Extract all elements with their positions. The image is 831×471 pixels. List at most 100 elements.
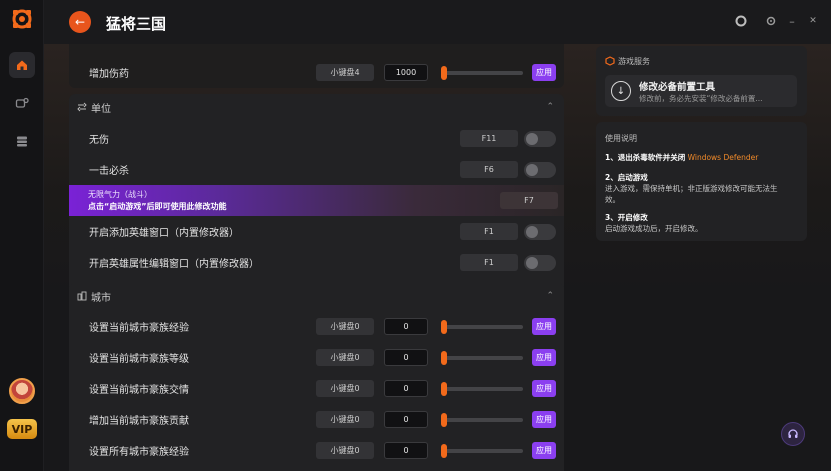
- value-input[interactable]: 0: [384, 442, 428, 459]
- record-button[interactable]: [734, 14, 748, 28]
- nav-library-button[interactable]: [9, 128, 35, 154]
- launch-hint: 点击“启动游戏”后即可使用此修改功能: [88, 202, 227, 211]
- step-text: 启动游戏成功后，开启修改。: [605, 224, 703, 233]
- cube-icon: [605, 56, 615, 66]
- step-title: 1、退出杀毒软件并关闭: [605, 153, 686, 162]
- hotkey-button[interactable]: F6: [460, 161, 518, 178]
- list-item: 增加伤药 小键盘4 1000 应用: [69, 57, 564, 88]
- apply-button[interactable]: 应用: [532, 318, 556, 335]
- close-button[interactable]: ✕: [806, 14, 820, 28]
- app-logo-icon[interactable]: [11, 8, 33, 30]
- value-slider[interactable]: [441, 351, 523, 365]
- hotkey-button[interactable]: F1: [460, 254, 518, 271]
- slider-handle[interactable]: [441, 66, 447, 80]
- hotkey-button[interactable]: 小键盘0: [316, 442, 374, 459]
- apply-button[interactable]: 应用: [532, 349, 556, 366]
- value-input[interactable]: 0: [384, 411, 428, 428]
- vip-badge[interactable]: VIP: [7, 419, 37, 439]
- card-title: 使用说明: [605, 134, 637, 143]
- slider-handle[interactable]: [441, 382, 447, 396]
- defender-highlight: Windows Defender: [687, 153, 759, 162]
- list-item: 开启英雄属性编辑窗口（内置修改器） F1: [69, 247, 564, 278]
- cheat-list: 增加伤药 小键盘4 1000 应用 单位 ⌃ 无伤 F11 一击必杀 F6 无限…: [69, 44, 564, 471]
- city-icon: [77, 291, 87, 301]
- slider-handle[interactable]: [441, 413, 447, 427]
- section-header[interactable]: 单位 ⌃: [69, 94, 564, 120]
- list-item: 开启添加英雄窗口（内置修改器） F1: [69, 216, 564, 247]
- avatar[interactable]: [9, 378, 35, 404]
- nav-home-button[interactable]: [9, 52, 35, 78]
- step-title: 2、启动游戏: [605, 173, 648, 182]
- feature-label: 无限气力（战斗）: [88, 190, 152, 199]
- list-item: 增加当前城市豪族贡献 小键盘0 0 应用: [69, 404, 564, 435]
- city-section: 城市 ⌃ 设置当前城市豪族经验 小键盘0 0 应用 设置当前城市豪族等级 小键盘…: [69, 283, 564, 471]
- apply-button[interactable]: 应用: [532, 411, 556, 428]
- value-input[interactable]: 0: [384, 380, 428, 397]
- left-rail: VIP: [0, 0, 44, 471]
- hotkey-button[interactable]: F7: [500, 192, 558, 209]
- prerequisite-tool-item[interactable]: ↓ 修改必备前置工具 修改前，务必先安装“修改必备前置...: [605, 75, 797, 107]
- instruction-step-3: 3、开启修改 启动游戏成功后，开启修改。: [605, 212, 790, 234]
- value-slider[interactable]: [441, 444, 523, 458]
- list-item: 设置当前城市豪族等级 小键盘0 0 应用: [69, 342, 564, 373]
- value-slider[interactable]: [441, 413, 523, 427]
- value-input[interactable]: 0: [384, 349, 428, 366]
- settings-button[interactable]: [764, 14, 778, 28]
- home-icon: [17, 60, 27, 70]
- download-icon: ↓: [611, 81, 631, 101]
- apply-button[interactable]: 应用: [532, 442, 556, 459]
- slider-handle[interactable]: [441, 351, 447, 365]
- chevron-up-icon[interactable]: ⌃: [546, 102, 554, 112]
- page-title: 猛将三国: [106, 15, 167, 33]
- toggle-switch[interactable]: [524, 131, 556, 147]
- hotkey-button[interactable]: F11: [460, 130, 518, 147]
- units-icon: [77, 102, 87, 112]
- list-item: 无伤 F11: [69, 123, 564, 154]
- slider-handle[interactable]: [441, 320, 447, 334]
- value-input[interactable]: 1000: [384, 64, 428, 81]
- hotkey-button[interactable]: 小键盘0: [316, 411, 374, 428]
- instruction-step-2: 2、启动游戏 进入游戏，需保持单机；非正版游戏修改可能无法生效。: [605, 172, 790, 205]
- title-bar: ← 猛将三国 – ✕: [44, 0, 831, 44]
- gear-icon: [766, 16, 776, 26]
- list-item: 设置当前城市豪族交情 小键盘0 0 应用: [69, 373, 564, 404]
- hotkey-button[interactable]: 小键盘0: [316, 380, 374, 397]
- tool-description: 修改前，务必先安装“修改必备前置...: [639, 94, 763, 103]
- arrow-left-icon: ←: [74, 15, 86, 29]
- back-button[interactable]: ←: [69, 11, 91, 33]
- locked-feature-banner[interactable]: 无限气力（战斗） 点击“启动游戏”后即可使用此修改功能 F7: [69, 185, 564, 216]
- hotkey-button[interactable]: F1: [460, 223, 518, 240]
- list-item: 设置当前城市豪族经验 小键盘0 0 应用: [69, 311, 564, 342]
- list-item: 一击必杀 F6: [69, 154, 564, 185]
- value-slider[interactable]: [441, 320, 523, 334]
- value-input[interactable]: 0: [384, 318, 428, 335]
- gamepad-icon: [15, 97, 29, 108]
- toggle-switch[interactable]: [524, 224, 556, 240]
- top-section: 增加伤药 小键盘4 1000 应用: [69, 44, 564, 88]
- apply-button[interactable]: 应用: [532, 380, 556, 397]
- instructions-card: 使用说明 1、退出杀毒软件并关闭 Windows Defender 2、启动游戏…: [596, 122, 807, 241]
- slider-handle[interactable]: [441, 444, 447, 458]
- value-slider[interactable]: [441, 382, 523, 396]
- minimize-icon: –: [789, 14, 795, 28]
- tool-name: 修改必备前置工具: [639, 82, 716, 93]
- list-item: 设置所有城市豪族经验 小键盘0 0 应用: [69, 435, 564, 466]
- section-title: 城市: [91, 292, 111, 304]
- toggle-switch[interactable]: [524, 255, 556, 271]
- hotkey-button[interactable]: 小键盘0: [316, 318, 374, 335]
- toggle-switch[interactable]: [524, 162, 556, 178]
- step-title: 3、开启修改: [605, 213, 648, 222]
- minimize-button[interactable]: –: [785, 14, 799, 28]
- section-header[interactable]: 城市 ⌃: [69, 283, 564, 309]
- section-title: 单位: [91, 103, 111, 115]
- hotkey-button[interactable]: 小键盘4: [316, 64, 374, 81]
- hotkey-button[interactable]: 小键盘0: [316, 349, 374, 366]
- game-service-card: 游戏服务 ↓ 修改必备前置工具 修改前，务必先安装“修改必备前置...: [596, 46, 807, 116]
- headset-icon: [788, 429, 798, 438]
- circle-icon: [735, 15, 747, 27]
- nav-games-button[interactable]: [9, 90, 35, 116]
- value-slider[interactable]: [441, 66, 523, 80]
- support-button[interactable]: [781, 422, 805, 446]
- chevron-up-icon[interactable]: ⌃: [546, 291, 554, 301]
- apply-button[interactable]: 应用: [532, 64, 556, 81]
